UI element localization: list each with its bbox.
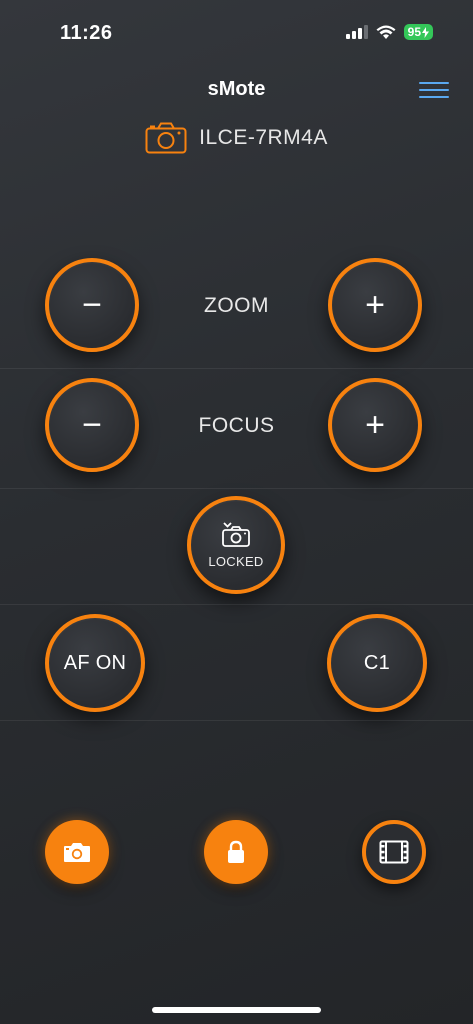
locked-toggle-button[interactable]: LOCKED [187, 496, 285, 594]
cellular-signal-icon [345, 25, 368, 39]
charging-bolt-icon [422, 26, 429, 38]
device-selector[interactable]: ILCE-7RM4A [0, 120, 473, 156]
focus-in-button[interactable]: + [328, 378, 422, 472]
zoom-in-button[interactable]: + [328, 258, 422, 352]
video-mode-button[interactable] [362, 820, 426, 884]
row-divider [0, 720, 473, 722]
status-time: 11:26 [60, 22, 113, 44]
status-icons: 95 [345, 24, 433, 40]
camera-locked-icon [222, 521, 250, 547]
af-on-button[interactable]: AF ON [45, 614, 145, 712]
wifi-icon [376, 25, 396, 39]
lock-mode-button[interactable] [204, 820, 268, 884]
home-indicator[interactable] [152, 1007, 321, 1013]
af-on-label: AF ON [63, 651, 127, 674]
plus-icon: + [365, 406, 385, 444]
photo-mode-button[interactable] [45, 820, 109, 884]
hamburger-menu-icon [419, 82, 449, 98]
menu-button[interactable] [419, 80, 449, 100]
plus-icon: + [365, 286, 385, 324]
c1-label: C1 [363, 651, 391, 674]
camera-outline-icon [145, 122, 187, 154]
locked-label: LOCKED [208, 553, 264, 569]
device-name: ILCE-7RM4A [199, 126, 328, 149]
lock-icon [228, 840, 244, 863]
film-icon [379, 840, 409, 864]
battery-level: 95 [407, 25, 421, 39]
camera-icon [64, 843, 90, 862]
c1-button[interactable]: C1 [327, 614, 427, 712]
app-title: sMote [207, 78, 266, 100]
battery-indicator: 95 [403, 24, 433, 40]
